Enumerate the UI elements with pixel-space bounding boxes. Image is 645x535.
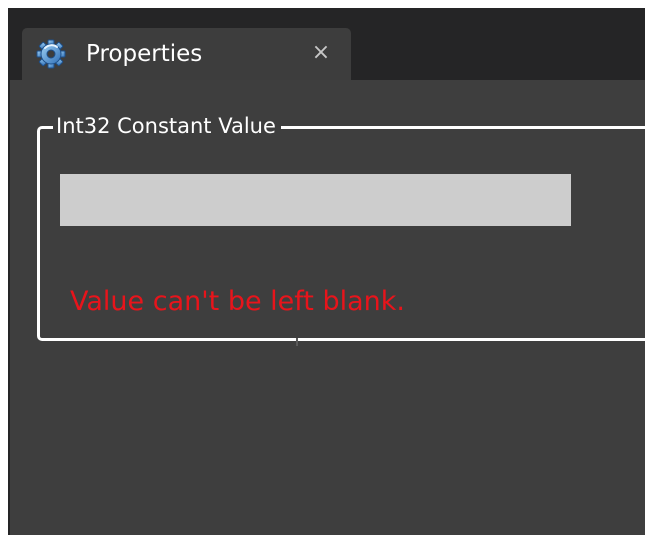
gear-icon <box>35 39 67 69</box>
tab-properties[interactable]: Properties × <box>22 28 351 80</box>
splitter-handle <box>296 338 298 346</box>
close-icon[interactable]: × <box>308 38 334 68</box>
validation-error-message: Value can't be left blank. <box>70 286 405 317</box>
group-legend: Int32 Constant Value <box>53 112 281 140</box>
tab-title: Properties <box>86 41 203 67</box>
constant-value-input[interactable] <box>60 174 571 226</box>
